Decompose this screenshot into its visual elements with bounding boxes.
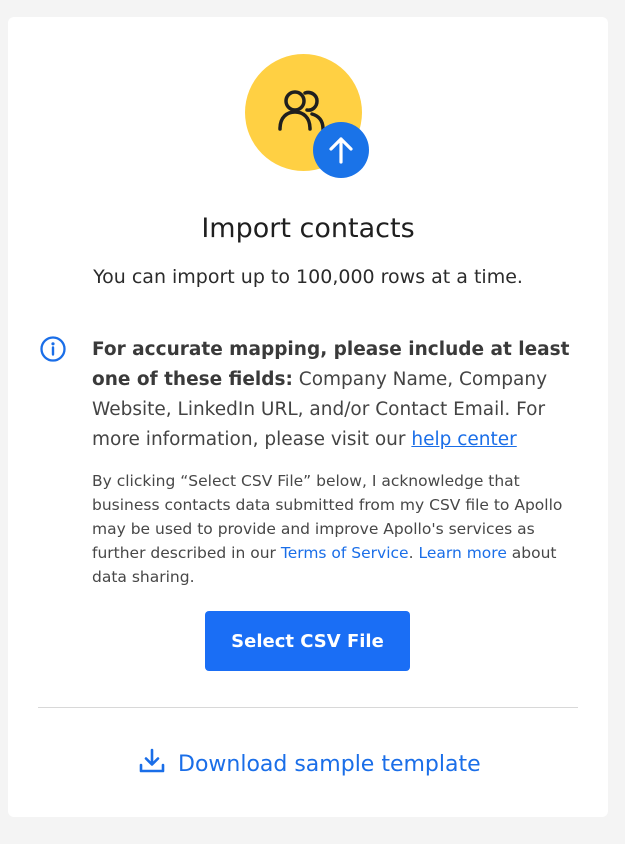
- help-center-link[interactable]: help center: [411, 429, 516, 450]
- divider: [38, 707, 578, 708]
- upload-badge: [313, 122, 369, 178]
- import-illustration: [245, 54, 371, 180]
- data-sharing-disclaimer: By clicking “Select CSV File” below, I a…: [92, 469, 582, 589]
- terms-of-service-link[interactable]: Terms of Service: [281, 544, 409, 562]
- download-template-label: Download sample template: [178, 751, 481, 777]
- download-icon: [138, 747, 178, 781]
- learn-more-link[interactable]: Learn more: [418, 544, 506, 562]
- disclaimer-sep: .: [408, 544, 419, 562]
- import-card: Import contacts You can import up to 100…: [8, 17, 608, 817]
- mapping-info: For accurate mapping, please include at …: [92, 335, 582, 455]
- info-icon: [39, 335, 67, 367]
- page-subtitle: You can import up to 100,000 rows at a t…: [93, 266, 523, 288]
- page-title: Import contacts: [201, 213, 415, 244]
- select-csv-button[interactable]: Select CSV File: [205, 611, 410, 671]
- download-template-link[interactable]: Download sample template: [138, 747, 481, 781]
